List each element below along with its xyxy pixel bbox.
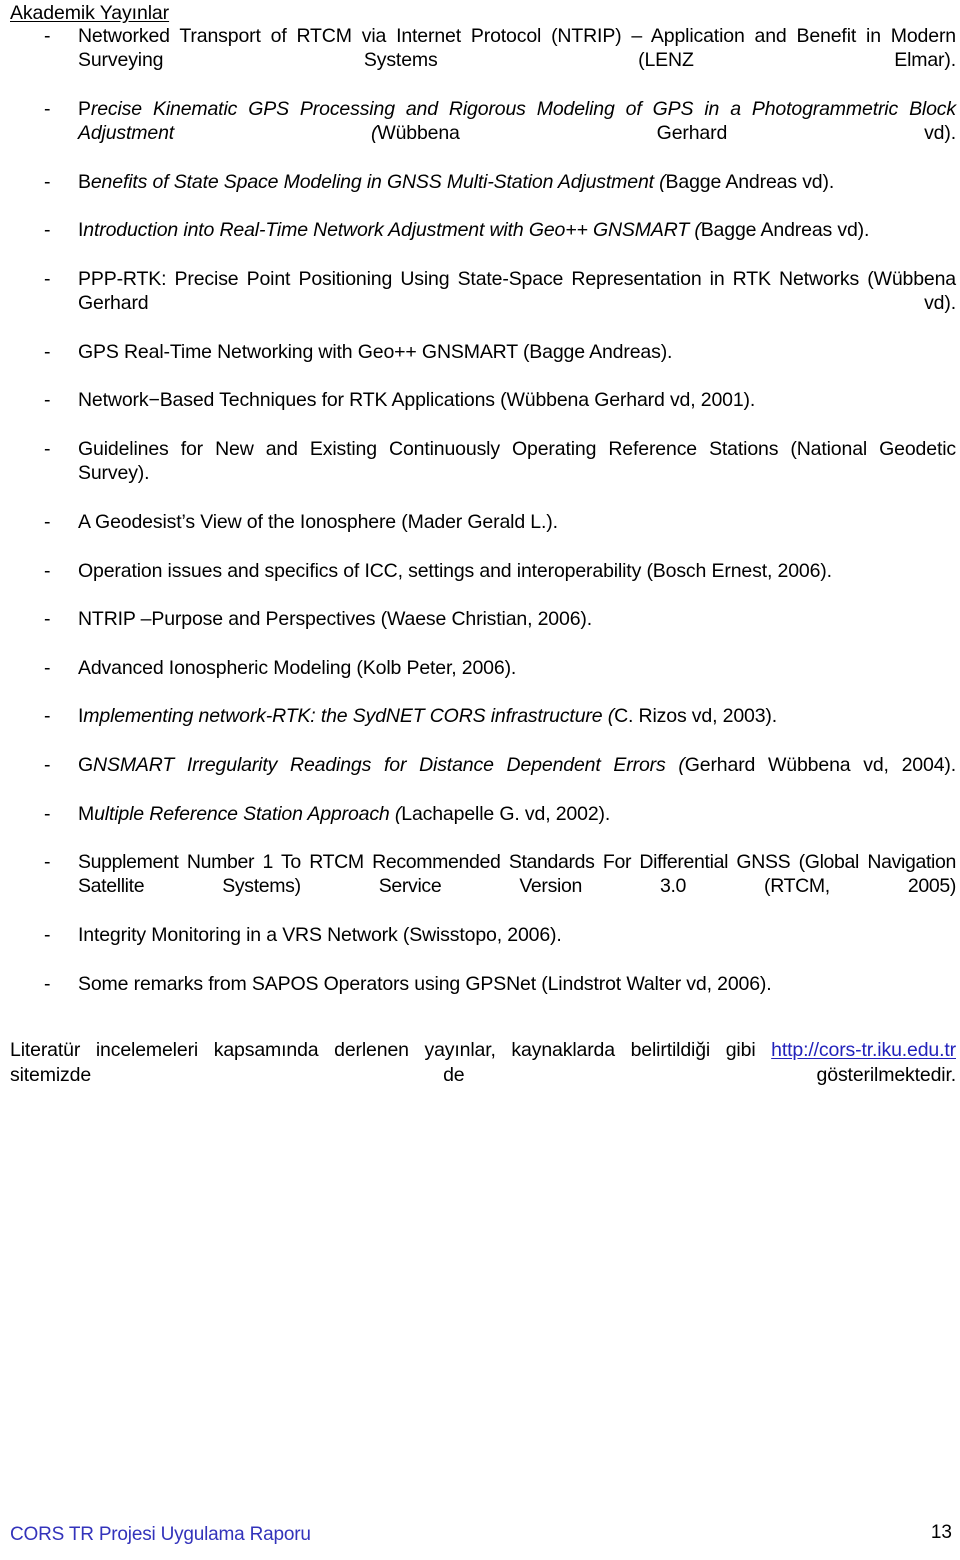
bullet-dash-icon: -: [44, 559, 51, 582]
list-item-text: Operation issues and specifics of ICC, s…: [78, 559, 956, 608]
list-item-text: Benefits of State Space Modeling in GNSS…: [78, 170, 956, 219]
list-item: - Operation issues and specifics of ICC, …: [10, 559, 956, 608]
list-item-text: Guidelines for New and Existing Continuo…: [78, 437, 956, 510]
list-item: - Networked Transport of RTCM via Interne…: [10, 24, 956, 97]
item-body-text: Guidelines for New and Existing Continuo…: [78, 438, 956, 485]
italic-title-text: NSMART Irregularity Readings for Distanc…: [93, 753, 685, 776]
list-item: - NTRIP –Purpose and Perspectives (Waese …: [10, 607, 956, 656]
item-body-text: Supplement Number 1 To RTCM Recommended …: [78, 851, 956, 898]
italic-title-text: ntroduction into Real-Time Network Adjus…: [83, 219, 701, 242]
footer-page-number: 13: [930, 1522, 952, 1543]
list-item-text: Some remarks from SAPOS Operators using …: [78, 972, 956, 1021]
author-citation-text: Bagge Andreas vd).: [665, 170, 835, 193]
item-body-text: PPP-RTK: Precise Point Positioning Using…: [78, 267, 956, 315]
list-item-text: Supplement Number 1 To RTCM Recommended …: [78, 850, 956, 923]
author-citation-text: Bagge Andreas vd).: [700, 219, 870, 242]
list-item-text: Integrity Monitoring in a VRS Network (S…: [78, 923, 956, 972]
list-item-text: Precise Kinematic GPS Processing and Rig…: [78, 97, 956, 170]
bullet-dash-icon: -: [44, 923, 51, 946]
author-citation-text: C. Rizos vd, 2003).: [614, 705, 778, 728]
item-body-text: Operation issues and specifics of ICC, s…: [78, 559, 832, 582]
bullet-dash-icon: -: [44, 753, 51, 776]
closing-paragraph: Literatür incelemeleri kapsamında derlen…: [10, 1038, 956, 1113]
bullet-dash-icon: -: [44, 705, 51, 728]
list-item-text: Networked Transport of RTCM via Internet…: [78, 24, 956, 97]
list-item-text: NTRIP –Purpose and Perspectives (Waese C…: [78, 607, 956, 656]
list-item-text: PPP-RTK: Precise Point Positioning Using…: [78, 267, 956, 340]
list-item: - Some remarks from SAPOS Operators using…: [10, 972, 956, 1021]
bullet-dash-icon: -: [44, 389, 51, 412]
bullet-dash-icon: -: [44, 510, 51, 533]
list-item: - GNSMART Irregularity Readings for Dista…: [10, 753, 956, 802]
item-body-text: NTRIP –Purpose and Perspectives (Waese C…: [78, 608, 593, 631]
closing-text-before: Literatür incelemeleri kapsamında derlen…: [10, 1039, 772, 1062]
page-footer: CORS TR Projesi Uygulama Raporu 13: [10, 1520, 952, 1546]
list-item: - PPP-RTK: Precise Point Positioning Usin…: [10, 267, 956, 340]
list-item: - Multiple Reference Station Approach (La…: [10, 802, 956, 851]
bullet-dash-icon: -: [44, 851, 51, 874]
bullet-dash-icon: -: [44, 656, 51, 679]
publications-list: - Networked Transport of RTCM via Interne…: [10, 24, 956, 1020]
italic-title-text: enefits of State Space Modeling in GNSS …: [90, 170, 666, 193]
list-item-text: A Geodesist’s View of the Ionosphere (Ma…: [78, 510, 956, 559]
item-body-text: GPS Real-Time Networking with Geo++ GNSM…: [78, 340, 673, 363]
list-item: - Precise Kinematic GPS Processing and Ri…: [10, 97, 956, 170]
list-item: - Guidelines for New and Existing Continu…: [10, 437, 956, 510]
page-content: Akademik Yayınlar - Networked Transport o…: [10, 2, 956, 1113]
bullet-dash-icon: -: [44, 97, 51, 120]
item-body-text: Networked Transport of RTCM via Internet…: [78, 25, 956, 72]
section-heading: Akademik Yayınlar: [10, 2, 170, 24]
list-item-text: Network−Based Techniques for RTK Applica…: [78, 388, 956, 437]
list-item: - Integrity Monitoring in a VRS Network (…: [10, 923, 956, 972]
bullet-dash-icon: -: [44, 608, 51, 631]
list-item: - A Geodesist’s View of the Ionosphere (M…: [10, 510, 956, 559]
bullet-dash-icon: -: [44, 219, 51, 242]
author-citation-text: Wübbena Gerhard vd).: [377, 122, 956, 145]
list-item-text: Introduction into Real-Time Network Adju…: [78, 218, 956, 267]
list-item: - Supplement Number 1 To RTCM Recommended…: [10, 850, 956, 923]
author-citation-text: Lachapelle G. vd, 2002).: [401, 802, 611, 825]
list-item-text: Multiple Reference Station Approach (Lac…: [78, 802, 956, 851]
bullet-dash-icon: -: [44, 802, 51, 825]
closing-text-after: sitemizde de gösterilmektedir.: [10, 1064, 956, 1087]
italic-title-text: ultiple Reference Station Approach (: [94, 802, 402, 825]
cors-tr-website-link[interactable]: http://cors-tr.iku.edu.tr: [771, 1039, 956, 1061]
bullet-dash-icon: -: [44, 972, 51, 995]
leading-upright-letter: B: [78, 170, 91, 193]
bullet-dash-icon: -: [44, 267, 51, 290]
list-item: - Network−Based Techniques for RTK Applic…: [10, 388, 956, 437]
leading-upright-letter: M: [78, 802, 95, 825]
list-item-text: GPS Real-Time Networking with Geo++ GNSM…: [78, 340, 956, 389]
leading-upright-letter: P: [78, 97, 91, 120]
list-item: - Implementing network-RTK: the SydNET CO…: [10, 704, 956, 753]
leading-upright-letter: G: [78, 753, 94, 776]
list-item: - Benefits of State Space Modeling in GNS…: [10, 170, 956, 219]
bullet-dash-icon: -: [44, 340, 51, 363]
list-item-text: GNSMART Irregularity Readings for Distan…: [78, 753, 956, 802]
item-body-text: Integrity Monitoring in a VRS Network (S…: [78, 923, 562, 946]
item-body-text: Network−Based Techniques for RTK Applica…: [78, 389, 756, 412]
list-item: - Advanced Ionospheric Modeling (Kolb Pet…: [10, 656, 956, 705]
list-item: - GPS Real-Time Networking with Geo++ GNS…: [10, 340, 956, 389]
item-body-text: A Geodesist’s View of the Ionosphere (Ma…: [78, 510, 558, 533]
list-item-text: Implementing network-RTK: the SydNET COR…: [78, 704, 956, 753]
list-item: - Introduction into Real-Time Network Adj…: [10, 218, 956, 267]
footer-report-title: CORS TR Projesi Uygulama Raporu: [10, 1524, 311, 1545]
author-citation-text: Gerhard Wübbena vd, 2004).: [684, 753, 956, 776]
list-item-text: Advanced Ionospheric Modeling (Kolb Pete…: [78, 656, 956, 705]
bullet-dash-icon: -: [44, 25, 51, 47]
bullet-dash-icon: -: [44, 170, 51, 193]
bullet-dash-icon: -: [44, 438, 51, 461]
italic-title-text: mplementing network-RTK: the SydNET CORS…: [83, 705, 615, 728]
document-page: Akademik Yayınlar - Networked Transport o…: [0, 0, 960, 1560]
item-body-text: Some remarks from SAPOS Operators using …: [78, 972, 772, 995]
item-body-text: Advanced Ionospheric Modeling (Kolb Pete…: [78, 656, 517, 679]
